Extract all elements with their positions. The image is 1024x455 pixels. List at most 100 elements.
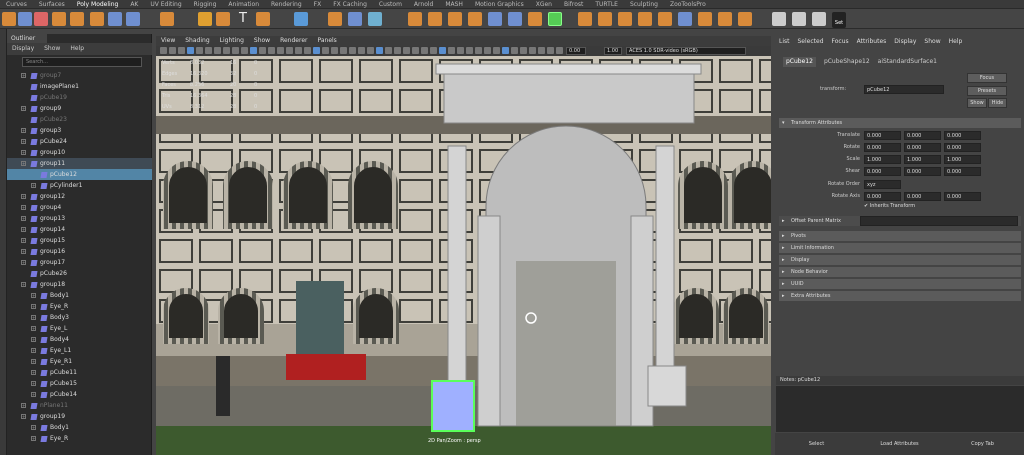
viewport-tool-icon[interactable] <box>178 47 185 54</box>
viewport-tool-icon[interactable] <box>520 47 527 54</box>
viewport-tool-icon[interactable] <box>340 47 347 54</box>
outliner-menu-help[interactable]: Help <box>70 43 84 55</box>
outliner-item[interactable]: pCube23 <box>7 114 152 125</box>
outliner-item[interactable]: + group4 <box>7 202 152 213</box>
expand-icon[interactable]: + <box>31 304 36 309</box>
section-display[interactable]: Display <box>779 255 1021 265</box>
selected-object[interactable] <box>431 380 475 432</box>
pen-icon[interactable] <box>812 12 826 26</box>
viewport-tool-icon[interactable] <box>322 47 329 54</box>
viewport-tool-icon[interactable] <box>385 47 392 54</box>
viewport-menu-lighting[interactable]: Lighting <box>220 36 244 46</box>
section-extra-attributes[interactable]: Extra Attributes <box>779 291 1021 301</box>
outliner-item[interactable]: + Eye_L <box>7 323 152 334</box>
star-icon[interactable] <box>198 12 212 26</box>
expand-icon[interactable]: + <box>31 381 36 386</box>
ae-menu-display[interactable]: Display <box>894 36 916 48</box>
shelf-tool-icon[interactable] <box>738 12 752 26</box>
shelf-tool-icon[interactable] <box>618 12 632 26</box>
expand-icon[interactable]: + <box>21 139 26 144</box>
bottom-select-button[interactable]: Select <box>775 433 858 455</box>
viewport-tool-icon[interactable] <box>358 47 365 54</box>
outliner-item[interactable]: + group19 <box>7 411 152 422</box>
translate-field-y[interactable]: 0.000 <box>904 131 941 140</box>
shelf-tab-mash[interactable]: MASH <box>439 0 469 8</box>
outliner-item[interactable]: + pCube15 <box>7 378 152 389</box>
viewport-tool-icon[interactable] <box>259 47 266 54</box>
viewport-tool-icon[interactable] <box>286 47 293 54</box>
expand-icon[interactable]: + <box>31 315 36 320</box>
pen-icon[interactable] <box>792 12 806 26</box>
expand-icon[interactable]: + <box>21 194 26 199</box>
expand-icon[interactable]: + <box>21 282 26 287</box>
shelf-tool-icon[interactable] <box>18 12 32 26</box>
expand-icon[interactable]: + <box>31 370 36 375</box>
viewport-tool-icon[interactable] <box>511 47 518 54</box>
outliner-item[interactable]: pCube12 <box>7 169 152 180</box>
outliner-item[interactable]: + group16 <box>7 246 152 257</box>
expand-icon[interactable]: + <box>21 150 26 155</box>
outliner-item[interactable]: pCube19 <box>7 92 152 103</box>
outliner-item[interactable]: + group7 <box>7 70 152 81</box>
outliner-item[interactable]: + pCylinder1 <box>7 180 152 191</box>
viewport-tool-icon[interactable] <box>214 47 221 54</box>
shelf-tool-icon[interactable] <box>90 12 104 26</box>
outliner-item[interactable]: + Body1 <box>7 422 152 433</box>
expand-icon[interactable]: + <box>31 425 36 430</box>
viewport-tool-icon[interactable] <box>277 47 284 54</box>
outliner-item[interactable]: + group18 <box>7 279 152 290</box>
expand-icon[interactable]: + <box>21 73 26 78</box>
outliner-item[interactable]: + nPlane11 <box>7 400 152 411</box>
shelf-tool-icon[interactable] <box>160 12 174 26</box>
ae-tab[interactable]: pCubeShape12 <box>824 57 870 67</box>
shelf-tab-poly-modeling[interactable]: Poly Modeling <box>71 0 125 8</box>
ae-menu-show[interactable]: Show <box>924 36 940 48</box>
shelf-tool-icon[interactable] <box>70 12 84 26</box>
shelf-tab-xgen[interactable]: XGen <box>530 0 558 8</box>
expand-icon[interactable]: + <box>21 227 26 232</box>
viewport-tool-icon[interactable] <box>169 47 176 54</box>
shelf-tool-icon[interactable] <box>698 12 712 26</box>
shelf-tab-motion-graphics[interactable]: Motion Graphics <box>469 0 530 8</box>
viewport-tool-icon[interactable] <box>439 47 446 54</box>
outliner-item[interactable]: + Eye_L1 <box>7 345 152 356</box>
shelf-tab-bifrost[interactable]: Bifrost <box>558 0 589 8</box>
viewport-tool-icon[interactable] <box>394 47 401 54</box>
rotate-axis-x[interactable]: 0.000 <box>864 192 901 201</box>
shelf-tab-ak[interactable]: AK <box>124 0 144 8</box>
outliner-item[interactable]: + pCube11 <box>7 367 152 378</box>
ae-menu-attributes[interactable]: Attributes <box>857 36 887 48</box>
shelf-tab-fx-caching[interactable]: FX Caching <box>327 0 373 8</box>
outliner-item[interactable]: + pCube14 <box>7 389 152 400</box>
viewport-tool-icon[interactable] <box>556 47 563 54</box>
expand-icon[interactable]: + <box>21 216 26 221</box>
scale-field-x[interactable]: 1.000 <box>864 155 901 164</box>
translate-field-x[interactable]: 0.000 <box>864 131 901 140</box>
viewport-tool-icon[interactable] <box>403 47 410 54</box>
expand-icon[interactable]: + <box>21 128 26 133</box>
viewport-tool-icon[interactable] <box>493 47 500 54</box>
outliner-search-input[interactable]: Search... <box>22 57 142 67</box>
shelf-tool-icon[interactable] <box>528 12 542 26</box>
set-button[interactable]: Set <box>832 12 846 28</box>
outliner-item[interactable]: + group12 <box>7 191 152 202</box>
rotate-axis-y[interactable]: 0.000 <box>904 192 941 201</box>
outliner-menu-display[interactable]: Display <box>12 43 34 55</box>
shelf-tab-sculpting[interactable]: Sculpting <box>624 0 664 8</box>
outliner-item[interactable]: + Eye_R <box>7 433 152 444</box>
outliner-item[interactable]: + Body1 <box>7 290 152 301</box>
viewport-menu-show[interactable]: Show <box>254 36 270 46</box>
rotate-order-select[interactable]: xyz <box>864 180 901 189</box>
outliner-item[interactable]: + group15 <box>7 235 152 246</box>
expand-icon[interactable]: + <box>21 249 26 254</box>
outliner-item[interactable]: + group10 <box>7 147 152 158</box>
expand-icon[interactable]: + <box>31 337 36 342</box>
expand-icon[interactable]: + <box>21 403 26 408</box>
viewport-tool-icon[interactable] <box>304 47 311 54</box>
outliner-item[interactable]: + pCube24 <box>7 136 152 147</box>
shelf-tool-icon[interactable] <box>548 12 562 26</box>
shelf-tool-icon[interactable] <box>468 12 482 26</box>
ae-menu-selected[interactable]: Selected <box>798 36 824 48</box>
rotate-field-z[interactable]: 0.000 <box>944 143 981 152</box>
shelf-tool-icon[interactable] <box>658 12 672 26</box>
